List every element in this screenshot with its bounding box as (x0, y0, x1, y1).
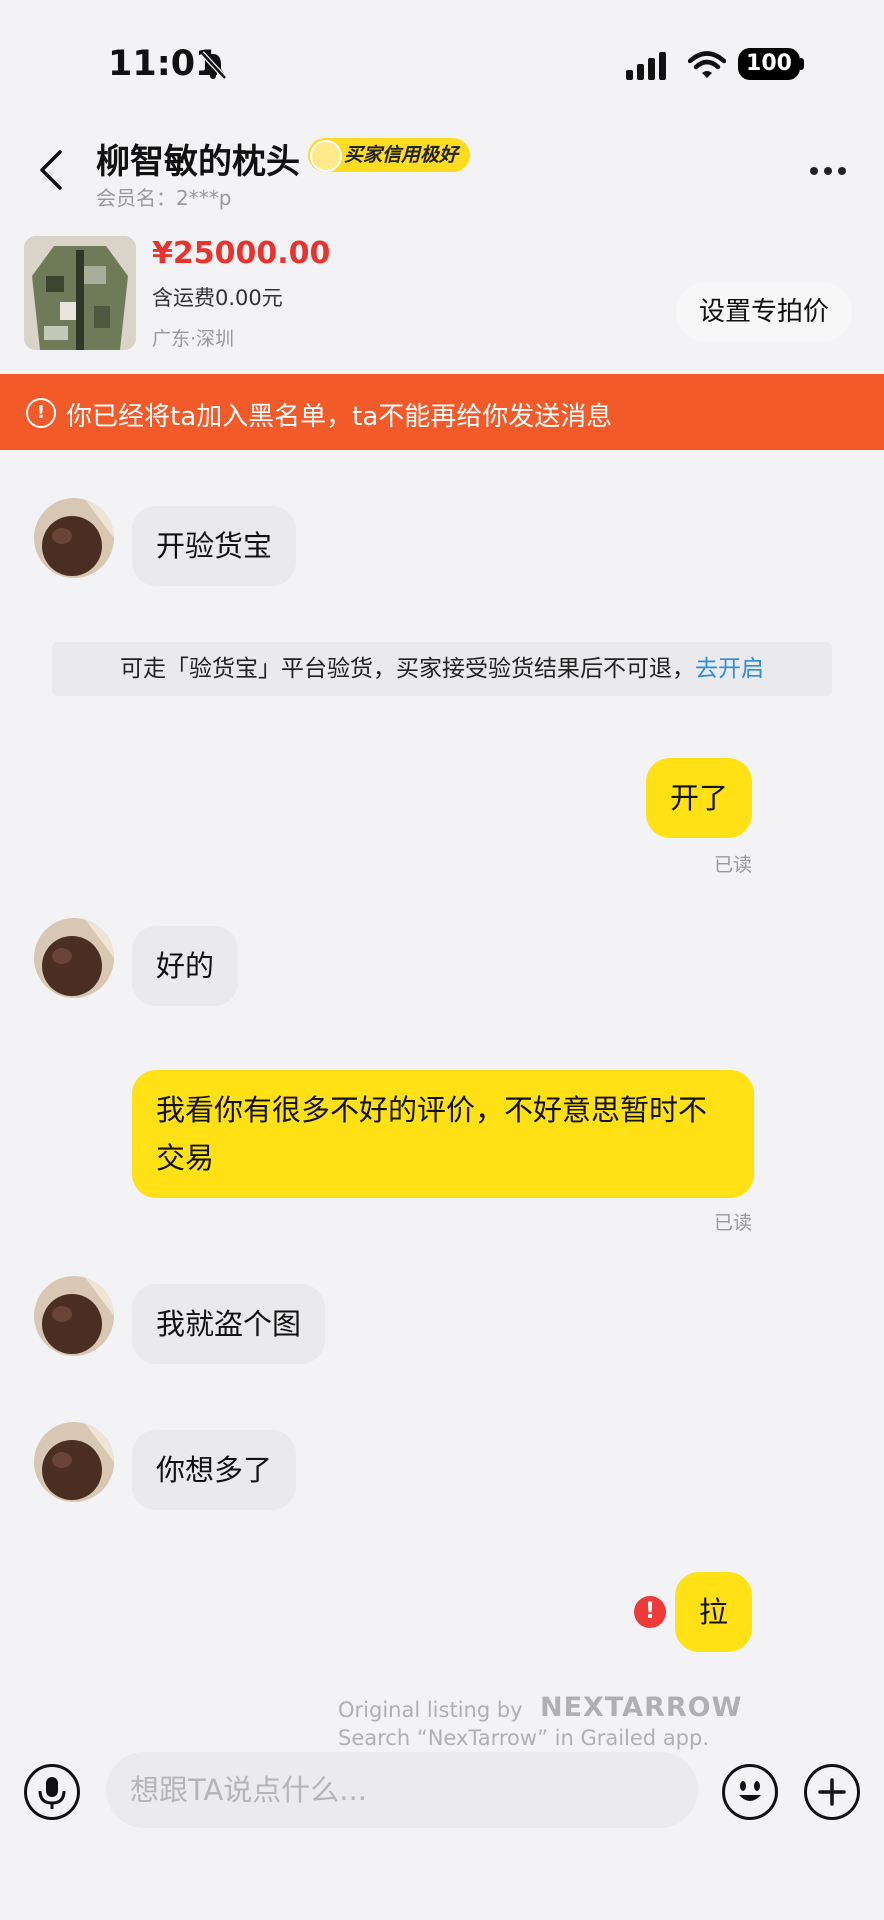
watermark-logo: NEXTARROW (540, 1692, 743, 1723)
plus-icon (818, 1778, 846, 1806)
product-thumbnail[interactable] (24, 236, 136, 350)
send-failed-icon[interactable]: ! (634, 1596, 666, 1628)
back-icon[interactable] (36, 150, 66, 190)
smile-face-icon (310, 140, 342, 172)
battery-indicator: 100 (738, 48, 800, 80)
chat-title: 柳智敏的枕头 (96, 142, 300, 182)
watermark-line1: Original listing by (338, 1698, 523, 1722)
message-bubble: 拉 (674, 1572, 752, 1652)
buyer-avatar[interactable] (34, 498, 114, 578)
mute-bell-icon (200, 51, 227, 80)
read-status: 已读 (714, 1212, 753, 1234)
blocklist-banner-text: 你已经将ta加入黑名单，ta不能再给你发送消息 (66, 402, 613, 432)
message-input[interactable] (106, 1752, 698, 1828)
more-actions-button[interactable] (804, 1764, 860, 1820)
buyer-avatar[interactable] (34, 1422, 114, 1502)
buyer-avatar[interactable] (34, 1276, 114, 1356)
battery-tip (800, 58, 804, 70)
more-options-icon[interactable] (810, 160, 854, 175)
watermark-line2: Search “NexTarrow” in Grailed app. (338, 1726, 710, 1750)
product-price: ¥25000.00 (152, 236, 331, 271)
buyer-avatar[interactable] (34, 918, 114, 998)
wifi-icon (688, 51, 726, 78)
message-bubble: 开了 (645, 758, 752, 838)
system-notice-text: 可走「验货宝」平台验货，买家接受验货结果后不可退， (120, 656, 695, 682)
smiley-icon (739, 1781, 761, 1801)
read-status: 已读 (714, 854, 753, 876)
message-bubble: 好的 (132, 926, 239, 1006)
set-special-price-button[interactable]: 设置专拍价 (676, 282, 852, 342)
member-name: 会员名：2***p (96, 186, 232, 210)
microphone-icon (38, 1777, 66, 1809)
enable-inspection-link[interactable]: 去开启 (695, 656, 764, 682)
voice-input-button[interactable] (24, 1764, 80, 1820)
system-notice: 可走「验货宝」平台验货，买家接受验货结果后不可退，去开启 (52, 642, 832, 696)
message-bubble: 开验货宝 (132, 506, 297, 586)
message-bubble: 你想多了 (132, 1430, 297, 1510)
alert-circle-icon: ! (26, 398, 56, 428)
emoji-button[interactable] (722, 1764, 778, 1820)
shipping-fee: 含运费0.00元 (152, 286, 283, 310)
message-bubble: 我就盗个图 (132, 1284, 326, 1364)
product-location: 广东·深圳 (152, 328, 235, 350)
message-bubble: 我看你有很多不好的评价，不好意思暂时不交易 (132, 1070, 754, 1198)
cellular-signal-icon (626, 52, 666, 80)
